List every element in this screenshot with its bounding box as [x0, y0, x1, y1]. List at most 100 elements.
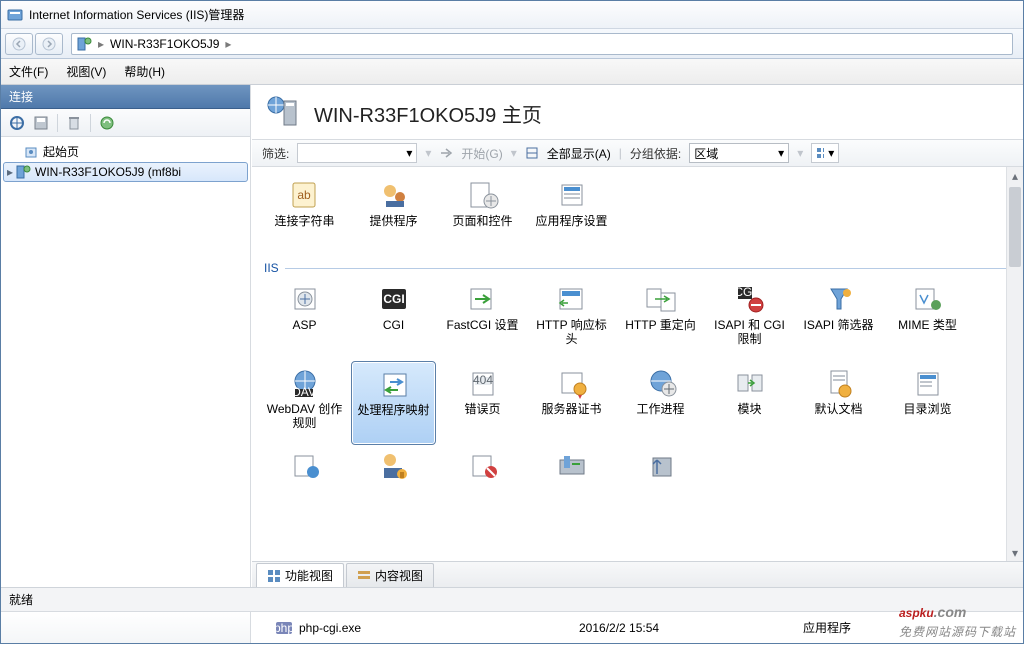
file-name: php-cgi.exe — [299, 621, 361, 635]
feature-label: HTTP 响应标头 — [529, 319, 614, 347]
feature-webdav[interactable]: DAVWebDAV 创作规则 — [262, 361, 347, 445]
tree-item-label: WIN-R33F1OKO5J9 (mf8bi — [35, 165, 181, 179]
feature-label: 工作进程 — [634, 403, 686, 417]
feature-directory-browsing[interactable]: 目录浏览 — [885, 361, 970, 445]
view-mode-select[interactable]: ▾ — [811, 143, 839, 163]
feature-error-pages[interactable]: 404错误页 — [440, 361, 525, 445]
connect-icon[interactable] — [7, 113, 27, 133]
watermark-sub: 免费网站源码下载站 — [899, 623, 1016, 640]
groupby-label: 分组依据: — [630, 145, 681, 162]
http-redirect-icon — [642, 281, 680, 317]
filter-bar: 筛选: ▾ ▾ 开始(G) ▾ 全部显示(A) | 分组依据: 区域▾ ▾ ▾ — [252, 139, 1023, 167]
scroll-up-icon[interactable]: ▴ — [1007, 167, 1023, 184]
feature-row-iis3 — [262, 445, 1013, 485]
delete-icon[interactable] — [64, 113, 84, 133]
filter-go[interactable]: 开始(G) — [461, 145, 502, 162]
statusbar: 就绪 — [1, 587, 1023, 611]
feature-connection-strings[interactable]: ab 连接字符串 — [262, 173, 347, 257]
request-filtering-icon — [464, 449, 502, 483]
default-doc-icon — [820, 365, 858, 401]
group-iis: IIS — [262, 257, 1013, 277]
feature-partial-2[interactable] — [351, 445, 436, 485]
feature-label: ASP — [290, 319, 318, 333]
file-item[interactable]: php php-cgi.exe — [275, 619, 555, 637]
connections-toolbar — [1, 109, 250, 137]
features-content: ab 连接字符串 提供程序 页面和控件 应用程序设置 — [252, 167, 1023, 561]
page-title-row: WIN-R33F1OKO5J9 主页 — [252, 85, 1023, 139]
feature-app-settings[interactable]: 应用程序设置 — [529, 173, 614, 257]
feature-row-iis2: DAVWebDAV 创作规则 处理程序映射 404错误页 服务器证书 工作进程 … — [262, 361, 1013, 445]
breadcrumb-server[interactable]: WIN-R33F1OKO5J9 — [110, 37, 219, 51]
svg-text:php: php — [275, 621, 293, 635]
providers-icon — [375, 177, 413, 213]
groupby-select[interactable]: 区域▾ — [689, 143, 789, 163]
tree-start-page[interactable]: 起始页 — [3, 141, 248, 162]
breadcrumb[interactable]: ▸ WIN-R33F1OKO5J9 ▸ — [71, 33, 1013, 55]
feature-modules[interactable]: 模块 — [707, 361, 792, 445]
body: 连接 起始页 ▸ WIN-R33F1OKO5J9 (mf8bi — [1, 85, 1023, 587]
feature-providers[interactable]: 提供程序 — [351, 173, 436, 257]
auth-icon — [375, 449, 413, 483]
connections-tree: 起始页 ▸ WIN-R33F1OKO5J9 (mf8bi — [1, 137, 250, 186]
separator4: ▾ — [797, 146, 803, 160]
scroll-thumb[interactable] — [1009, 187, 1021, 267]
feature-mime-types[interactable]: MIME 类型 — [885, 277, 970, 361]
logging-icon — [286, 449, 324, 483]
error-pages-icon: 404 — [464, 365, 502, 401]
mime-icon — [909, 281, 947, 317]
window-title: Internet Information Services (IIS)管理器 — [29, 6, 244, 23]
feature-partial-4[interactable] — [529, 445, 614, 485]
http-headers-icon — [553, 281, 591, 317]
nav-back-button[interactable] — [5, 33, 33, 55]
features-view-icon — [267, 569, 281, 583]
webdav-icon: DAV — [286, 365, 324, 401]
feature-partial-1[interactable] — [262, 445, 347, 485]
breadcrumb-sep: ▸ — [98, 37, 104, 51]
nav-forward-button[interactable] — [35, 33, 63, 55]
feature-default-document[interactable]: 默认文档 — [796, 361, 881, 445]
scrollbar-vertical[interactable]: ▴ ▾ — [1006, 167, 1023, 561]
pages-controls-icon — [464, 177, 502, 213]
modules-icon — [731, 365, 769, 401]
certificates-icon — [553, 365, 591, 401]
features-view-tab[interactable]: 功能视图 — [256, 563, 344, 587]
menu-file[interactable]: 文件(F) — [9, 63, 48, 80]
svg-text:DAV: DAV — [292, 385, 316, 399]
feature-server-certificates[interactable]: 服务器证书 — [529, 361, 614, 445]
feature-label: HTTP 重定向 — [623, 319, 697, 333]
cgi-icon: CGI — [375, 281, 413, 317]
file-type: 应用程序 — [803, 619, 851, 636]
content-view-tab[interactable]: 内容视图 — [346, 563, 434, 587]
refresh-icon[interactable] — [97, 113, 117, 133]
tree-server-node[interactable]: ▸ WIN-R33F1OKO5J9 (mf8bi — [3, 162, 248, 182]
chevron-down-icon: ▾ — [778, 146, 784, 160]
server-icon — [15, 164, 31, 180]
scroll-down-icon[interactable]: ▾ — [1007, 544, 1023, 561]
menu-help[interactable]: 帮助(H) — [124, 63, 165, 80]
save-icon[interactable] — [31, 113, 51, 133]
feature-label: ISAPI 筛选器 — [801, 319, 875, 333]
feature-fastcgi[interactable]: FastCGI 设置 — [440, 277, 525, 361]
filter-showall[interactable]: 全部显示(A) — [547, 145, 611, 162]
feature-handler-mappings[interactable]: 处理程序映射 — [351, 361, 436, 445]
feature-isapi-filters[interactable]: ISAPI 筛选器 — [796, 277, 881, 361]
feature-cgi[interactable]: CGICGI — [351, 277, 436, 361]
feature-pages-controls[interactable]: 页面和控件 — [440, 173, 525, 257]
feature-worker-processes[interactable]: 工作进程 — [618, 361, 703, 445]
feature-partial-5[interactable] — [618, 445, 703, 485]
content-view-icon — [357, 569, 371, 583]
expand-icon[interactable]: ▸ — [7, 165, 11, 179]
feature-asp[interactable]: ASP — [262, 277, 347, 361]
chevron-down-icon: ▾ — [828, 146, 834, 160]
feature-label: 模块 — [735, 403, 763, 417]
feature-label: 目录浏览 — [901, 403, 953, 417]
feature-isapi-cgi-restrictions[interactable]: CGIISAPI 和 CGI 限制 — [707, 277, 792, 361]
filter-input[interactable]: ▾ — [297, 143, 417, 163]
menu-view[interactable]: 视图(V) — [66, 63, 106, 80]
svg-text:CGI: CGI — [383, 292, 404, 306]
feature-partial-3[interactable] — [440, 445, 525, 485]
feature-http-redirect[interactable]: HTTP 重定向 — [618, 277, 703, 361]
tab-label: 功能视图 — [285, 567, 333, 584]
isapi-filters-icon — [820, 281, 858, 317]
feature-http-response-headers[interactable]: HTTP 响应标头 — [529, 277, 614, 361]
